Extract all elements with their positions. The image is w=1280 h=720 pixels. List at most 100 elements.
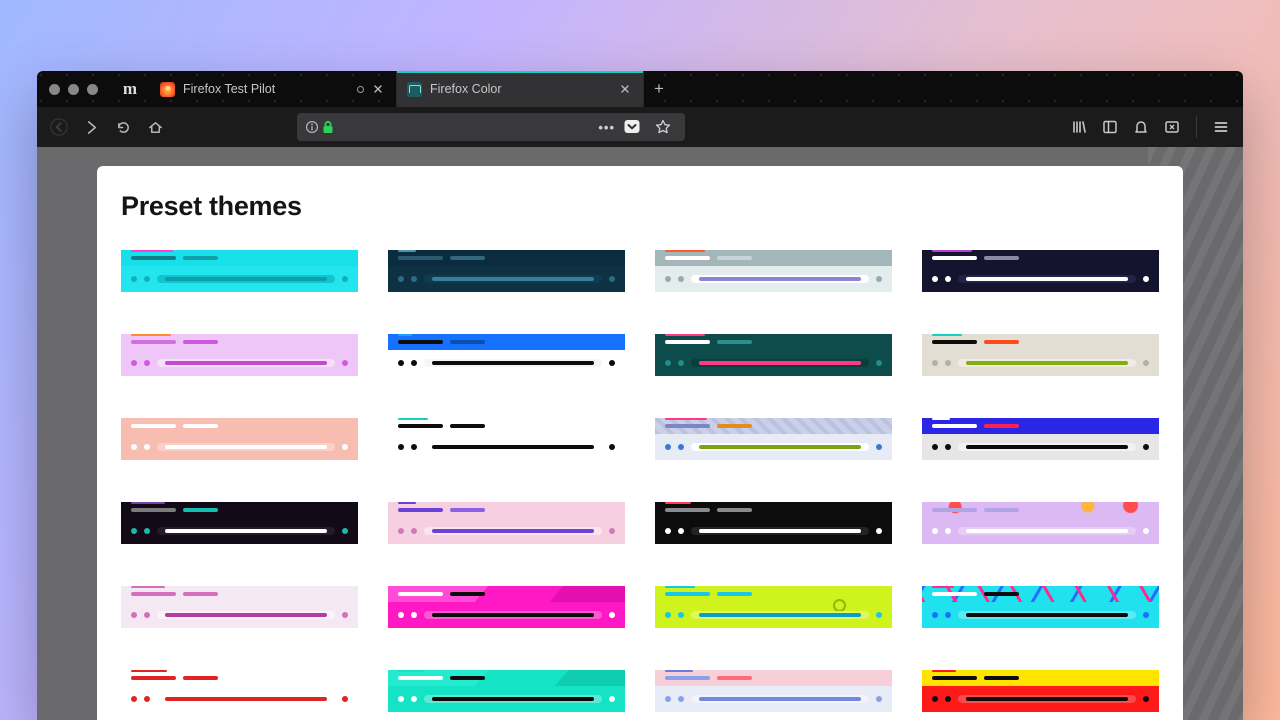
theme-urlbar (424, 359, 602, 367)
theme-dot (609, 276, 615, 282)
site-info-icon[interactable] (305, 120, 319, 134)
theme-dot (1143, 612, 1149, 618)
pocket-button[interactable] (621, 116, 643, 138)
theme-tab-active (932, 676, 977, 680)
theme-toolbar (388, 602, 625, 628)
theme-preset[interactable] (655, 418, 892, 460)
theme-tab-inactive (450, 424, 485, 428)
pinned-tab[interactable]: m (110, 71, 150, 107)
theme-preset[interactable] (121, 670, 358, 712)
theme-preset[interactable] (121, 586, 358, 628)
theme-dot (144, 612, 150, 618)
theme-tabstrip (922, 418, 1159, 434)
theme-tab-inactive (717, 592, 752, 596)
theme-preset[interactable] (655, 502, 892, 544)
theme-preset[interactable] (922, 670, 1159, 712)
app-menu-button[interactable] (1207, 113, 1235, 141)
url-bar[interactable]: ••• (297, 113, 685, 141)
page-actions-button[interactable]: ••• (598, 120, 615, 135)
theme-dot (342, 276, 348, 282)
tab-strip: m Firefox Test Pilot Firefox Color + (37, 71, 1243, 107)
theme-preset[interactable] (121, 334, 358, 376)
theme-accent (131, 670, 167, 672)
theme-preset[interactable] (388, 334, 625, 376)
theme-preset[interactable] (655, 250, 892, 292)
close-window-icon[interactable] (49, 84, 60, 95)
theme-dot (945, 276, 951, 282)
theme-dot (1143, 696, 1149, 702)
theme-toolbar (922, 602, 1159, 628)
theme-urlbar (691, 527, 869, 535)
theme-tab-inactive (984, 340, 1019, 344)
theme-preset[interactable] (655, 670, 892, 712)
theme-toolbar (388, 350, 625, 376)
theme-dot (932, 276, 938, 282)
theme-dot (411, 444, 417, 450)
theme-urlbar (691, 359, 869, 367)
theme-toolbar (121, 350, 358, 376)
theme-preset[interactable] (388, 418, 625, 460)
theme-preset[interactable] (121, 418, 358, 460)
reload-button[interactable] (109, 113, 137, 141)
theme-preset[interactable] (922, 334, 1159, 376)
theme-urlbar (157, 359, 335, 367)
theme-dot (131, 276, 137, 282)
theme-tab-active (932, 424, 977, 428)
theme-preset[interactable] (922, 250, 1159, 292)
theme-tab-active (398, 508, 443, 512)
zoom-window-icon[interactable] (87, 84, 98, 95)
forward-button[interactable] (77, 113, 105, 141)
theme-tab-inactive (984, 676, 1019, 680)
theme-preset[interactable] (655, 334, 892, 376)
theme-dot (342, 528, 348, 534)
library-button[interactable] (1065, 113, 1093, 141)
screenshot-button[interactable] (1158, 113, 1186, 141)
tab-test-pilot[interactable]: Firefox Test Pilot (150, 71, 397, 107)
theme-preset[interactable] (388, 502, 625, 544)
theme-dot (411, 696, 417, 702)
theme-urlbar (157, 527, 335, 535)
theme-toolbar (922, 686, 1159, 712)
traffic-lights[interactable] (37, 71, 110, 107)
theme-preset[interactable] (922, 586, 1159, 628)
theme-dot (665, 444, 671, 450)
theme-preset[interactable] (922, 418, 1159, 460)
theme-urlbar (157, 611, 335, 619)
home-button[interactable] (141, 113, 169, 141)
new-tab-button[interactable]: + (644, 71, 674, 107)
theme-toolbar (121, 434, 358, 460)
theme-dot (144, 528, 150, 534)
theme-preset[interactable] (388, 586, 625, 628)
theme-preset[interactable] (121, 502, 358, 544)
theme-tab-active (398, 256, 443, 260)
sidebar-button[interactable] (1096, 113, 1124, 141)
theme-accent (665, 334, 705, 336)
theme-preset[interactable] (388, 670, 625, 712)
notifications-button[interactable] (1127, 113, 1155, 141)
toolbar: ••• (37, 107, 1243, 147)
theme-dot (398, 360, 404, 366)
theme-tabstrip (121, 586, 358, 602)
back-button[interactable] (45, 113, 73, 141)
theme-preset[interactable] (388, 250, 625, 292)
theme-tabstrip (121, 418, 358, 434)
theme-accent (131, 250, 173, 252)
tab-firefox-color[interactable]: Firefox Color (397, 71, 644, 107)
theme-toolbar (388, 266, 625, 292)
theme-toolbar (388, 686, 625, 712)
theme-dot (342, 444, 348, 450)
firefox-icon (160, 82, 175, 97)
theme-dot (609, 612, 615, 618)
bookmark-star-icon[interactable] (649, 113, 677, 141)
close-tab-icon[interactable] (372, 83, 386, 95)
close-tab-icon[interactable] (619, 83, 633, 95)
theme-preset[interactable] (655, 586, 892, 628)
theme-dot (945, 696, 951, 702)
theme-dot (131, 612, 137, 618)
theme-preset[interactable] (922, 502, 1159, 544)
theme-tabstrip (121, 502, 358, 518)
theme-tab-inactive (183, 592, 218, 596)
theme-tab-active (665, 256, 710, 260)
theme-preset[interactable] (121, 250, 358, 292)
minimize-window-icon[interactable] (68, 84, 79, 95)
